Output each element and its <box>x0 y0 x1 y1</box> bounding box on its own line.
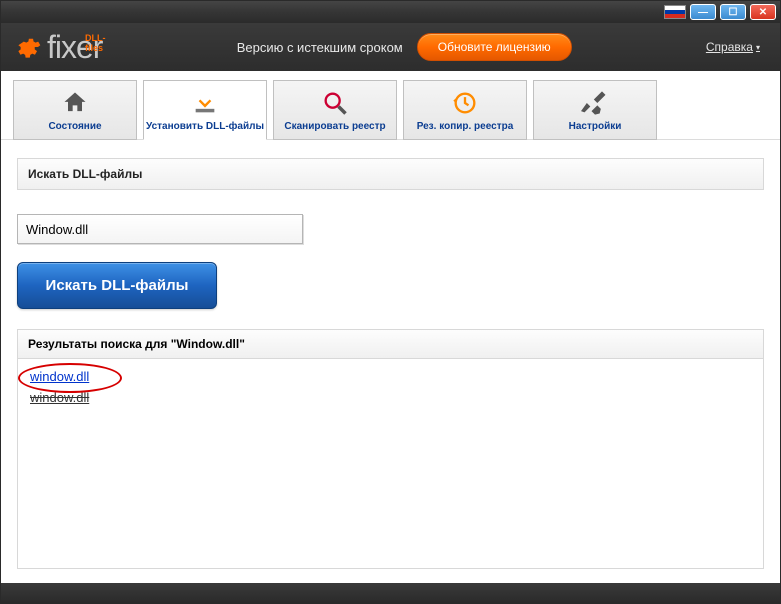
restore-icon <box>451 89 479 117</box>
maximize-button[interactable]: ☐ <box>720 4 746 20</box>
tab-label: Рез. копир. реестра <box>417 121 514 132</box>
header-center: Версию с истекшим сроком Обновите лиценз… <box>237 33 572 61</box>
status-bar <box>1 583 780 603</box>
tabs: Состояние Установить DLL-файлы Сканирова… <box>1 71 780 140</box>
download-icon <box>191 89 219 117</box>
result-item[interactable]: window.dll <box>30 390 89 405</box>
tab-settings[interactable]: Настройки <box>533 80 657 140</box>
tab-install-dll[interactable]: Установить DLL-файлы <box>143 80 267 140</box>
logo-subtitle: DLL-files <box>85 33 106 53</box>
tab-label: Сканировать реестр <box>284 121 385 132</box>
tab-label: Состояние <box>48 121 101 132</box>
gear-icon <box>13 33 41 61</box>
result-item[interactable]: window.dll <box>30 369 89 384</box>
update-license-button[interactable]: Обновите лицензию <box>417 33 572 61</box>
tab-label: Установить DLL-файлы <box>146 121 264 132</box>
titlebar: — ☐ ✕ <box>1 1 780 23</box>
close-button[interactable]: ✕ <box>750 4 776 20</box>
tab-backup-registry[interactable]: Рез. копир. реестра <box>403 80 527 140</box>
search-input[interactable] <box>17 214 303 244</box>
tools-icon <box>581 89 609 117</box>
header-right: Справка <box>706 40 768 54</box>
main-content: Искать DLL-файлы Искать DLL-файлы Резуль… <box>1 140 780 587</box>
app-window: — ☐ ✕ DLL-files fixer Версию с истекшим … <box>0 0 781 604</box>
logo: DLL-files fixer <box>13 29 102 66</box>
magnify-icon <box>321 89 349 117</box>
search-box-wrap <box>17 214 764 244</box>
flag-ru-icon[interactable] <box>664 5 686 19</box>
minimize-button[interactable]: — <box>690 4 716 20</box>
app-header: DLL-files fixer Версию с истекшим сроком… <box>1 23 780 71</box>
license-expired-text: Версию с истекшим сроком <box>237 40 403 55</box>
results-header: Результаты поиска для "Window.dll" <box>17 329 764 359</box>
search-button[interactable]: Искать DLL-файлы <box>17 262 217 309</box>
home-icon <box>61 89 89 117</box>
help-link[interactable]: Справка <box>706 40 760 54</box>
tab-label: Настройки <box>569 121 622 132</box>
results-body[interactable]: window.dll window.dll <box>17 359 764 569</box>
tab-status[interactable]: Состояние <box>13 80 137 140</box>
tab-scan-registry[interactable]: Сканировать реестр <box>273 80 397 140</box>
search-section-header: Искать DLL-файлы <box>17 158 764 190</box>
